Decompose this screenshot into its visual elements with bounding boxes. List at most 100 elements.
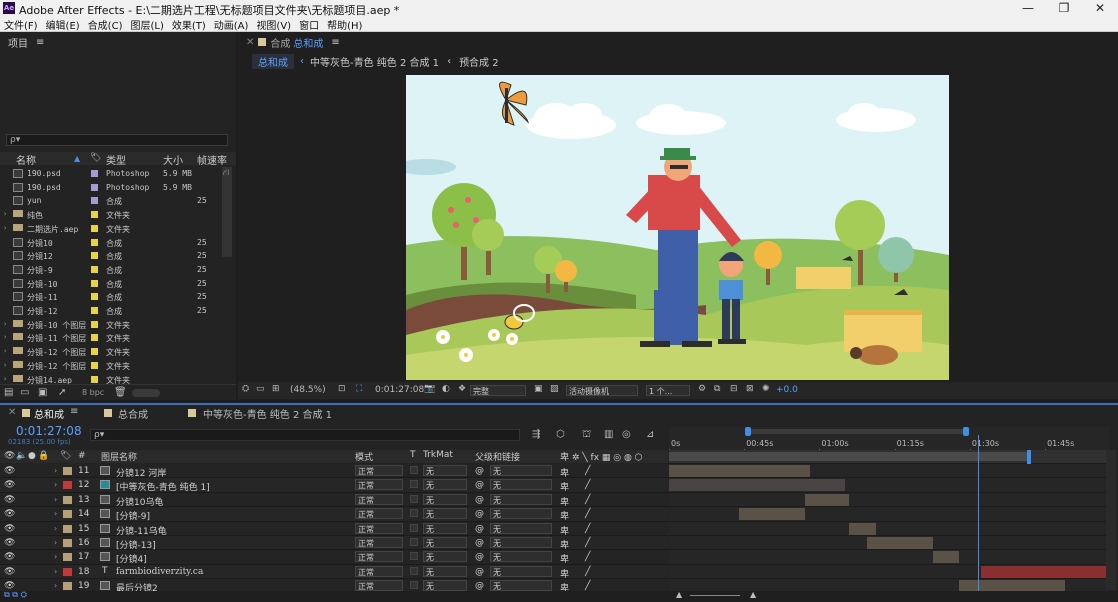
graph-editor-icon[interactable]: ⊿	[646, 429, 654, 440]
project-item[interactable]: 分镜-11 合成 25	[0, 290, 222, 304]
camera-dropdown[interactable]: 活动摄像机	[566, 385, 638, 396]
menu-file[interactable]: 文件(F)	[4, 17, 38, 32]
layer-duration-bar[interactable]	[669, 465, 810, 477]
zoom-slider[interactable]	[690, 595, 740, 596]
resolution-dropdown[interactable]: 完整	[470, 385, 526, 396]
breadcrumb-item-1[interactable]: 中等灰色-青色 纯色 2 合成 1	[310, 54, 439, 69]
zoom-in-icon[interactable]: ▲	[750, 590, 756, 599]
region-of-interest-icon[interactable]: ⛶	[356, 384, 362, 394]
close-tab-icon[interactable]: ✕	[8, 407, 16, 418]
label-color-swatch[interactable]	[91, 211, 98, 219]
menu-window[interactable]: 窗口	[299, 17, 319, 32]
panel-menu-icon[interactable]: ≡	[70, 406, 78, 417]
render-icon[interactable]: ➚	[58, 387, 66, 398]
close-icon[interactable]: ✕	[1082, 0, 1118, 17]
layer-track[interactable]	[669, 521, 1109, 536]
work-area-start-handle[interactable]	[745, 427, 751, 436]
label-color-swatch[interactable]	[91, 265, 98, 273]
menu-edit[interactable]: 编辑(E)	[46, 17, 80, 32]
snapshot-icon[interactable]: 📷	[424, 384, 435, 394]
panel-menu-icon[interactable]: ≡	[331, 37, 339, 48]
timeline-scrollbar[interactable]	[1106, 450, 1116, 590]
col-name[interactable]: 名称	[16, 152, 36, 167]
label-color-swatch[interactable]	[91, 170, 98, 177]
timeline-tab-2[interactable]: 中等灰色-青色 纯色 2 合成 1	[203, 406, 332, 421]
expand-arrow-icon[interactable]: ›	[3, 361, 7, 369]
project-item[interactable]: › 分镜-11 个图层 文件夹	[0, 331, 222, 345]
bpc-label[interactable]: 8 bpc	[82, 388, 104, 397]
layer-duration-bar[interactable]	[669, 479, 845, 492]
work-area-track[interactable]	[669, 450, 1109, 464]
frame-blending-icon[interactable]: ▥	[604, 429, 613, 440]
label-color-swatch[interactable]	[91, 348, 98, 356]
label-color-swatch[interactable]	[91, 252, 98, 260]
layer-track[interactable]	[669, 507, 1109, 522]
color-channel-icon[interactable]: ❖	[458, 384, 466, 394]
expand-arrow-icon[interactable]: ›	[3, 375, 7, 383]
motion-blur-icon[interactable]: ◎	[622, 429, 631, 440]
label-color-swatch[interactable]	[91, 334, 98, 342]
expand-arrow-icon[interactable]: ›	[3, 224, 7, 232]
label-color-swatch[interactable]	[91, 238, 98, 246]
trash-icon[interactable]: 🗑	[114, 387, 127, 398]
project-item[interactable]: › 分镜-12 个图层 文件夹	[0, 345, 222, 359]
menu-layer[interactable]: 图层(L)	[130, 17, 163, 32]
label-color-swatch[interactable]	[91, 307, 98, 314]
layer-duration-bar[interactable]	[867, 537, 933, 549]
show-snapshot-icon[interactable]: ◐	[442, 384, 450, 394]
project-item[interactable]: 分镜-10 合成 25	[0, 277, 222, 291]
project-item[interactable]: 190.psd Photoshop 5.9 MB	[0, 181, 222, 195]
comp-tab-name[interactable]: 总和成	[293, 35, 323, 50]
timeline-search-input[interactable]: ρ▾	[90, 429, 520, 441]
layer-duration-bar[interactable]	[933, 551, 960, 564]
project-tab[interactable]: 项目	[8, 35, 28, 50]
layer-track[interactable]	[669, 478, 1109, 493]
work-area-marker[interactable]	[1027, 450, 1031, 464]
layer-track[interactable]	[669, 550, 1109, 565]
project-scrollbar[interactable]	[222, 167, 232, 257]
col-type[interactable]: 类型	[106, 152, 126, 167]
project-item[interactable]: › 分镜-10 个图层 文件夹	[0, 318, 222, 332]
project-search-input[interactable]: ρ▾	[6, 134, 228, 146]
layer-duration-bar[interactable]	[739, 508, 806, 521]
reset-exposure-icon[interactable]: ⚙	[698, 384, 706, 394]
expand-switches-icon[interactable]: ⧉ ⧉ ⛭	[4, 590, 27, 600]
work-area-range[interactable]	[669, 452, 1029, 461]
shy-layers-icon[interactable]: ⛫	[582, 429, 591, 442]
current-time-display[interactable]: 0:01:27:08	[375, 385, 424, 395]
menu-animation[interactable]: 动画(A)	[214, 17, 249, 32]
draft-3d-icon[interactable]: ⬡	[556, 429, 565, 440]
project-item[interactable]: 分镜-9 合成 25	[0, 263, 222, 277]
menu-effect[interactable]: 效果(T)	[172, 17, 206, 32]
new-folder-icon[interactable]: ▭	[20, 387, 29, 398]
label-color-swatch[interactable]	[91, 197, 98, 205]
menu-composition[interactable]: 合成(C)	[88, 17, 123, 32]
expand-arrow-icon[interactable]: ›	[3, 333, 7, 341]
fit-icon[interactable]: ⊡	[338, 384, 346, 394]
exposure-icon[interactable]: ✺	[762, 384, 770, 394]
label-color-swatch[interactable]	[91, 293, 98, 301]
expand-arrow-icon[interactable]: ›	[3, 320, 7, 328]
views-dropdown[interactable]: 1 个...	[646, 385, 690, 396]
expand-arrow-icon[interactable]: ›	[3, 210, 7, 218]
zoom-dropdown[interactable]: (48.5%)	[290, 385, 326, 395]
hierarchy-icon[interactable]: ⛙	[223, 168, 229, 179]
project-item[interactable]: › 分镜14.aep 文件夹	[0, 373, 222, 384]
layer-track[interactable]	[669, 536, 1109, 551]
minimize-icon[interactable]: —	[1010, 0, 1046, 17]
label-color-swatch[interactable]	[91, 361, 98, 369]
flowchart-icon[interactable]: ⧉	[714, 384, 720, 394]
project-item[interactable]: › 纯色 文件夹	[0, 208, 222, 222]
thumbnail-slider[interactable]	[132, 389, 160, 397]
interpret-footage-icon[interactable]: ▤	[4, 387, 13, 398]
zoom-out-icon[interactable]: ▲	[676, 590, 682, 599]
col-fps[interactable]: 帧速率	[197, 152, 227, 167]
label-tag-icon[interactable]: 🏷	[90, 153, 101, 163]
sort-ascending-icon[interactable]: ▲	[74, 154, 80, 163]
work-area-end-handle[interactable]	[963, 427, 969, 436]
exposure-value[interactable]: +0.0	[776, 385, 798, 395]
breadcrumb-item-2[interactable]: 预合成 2	[459, 54, 499, 69]
current-time-display[interactable]: 0:01:27:08	[16, 424, 82, 438]
project-item[interactable]: › 分镜-12 个图层 文件夹	[0, 359, 222, 373]
maximize-icon[interactable]: ❐	[1046, 0, 1082, 17]
